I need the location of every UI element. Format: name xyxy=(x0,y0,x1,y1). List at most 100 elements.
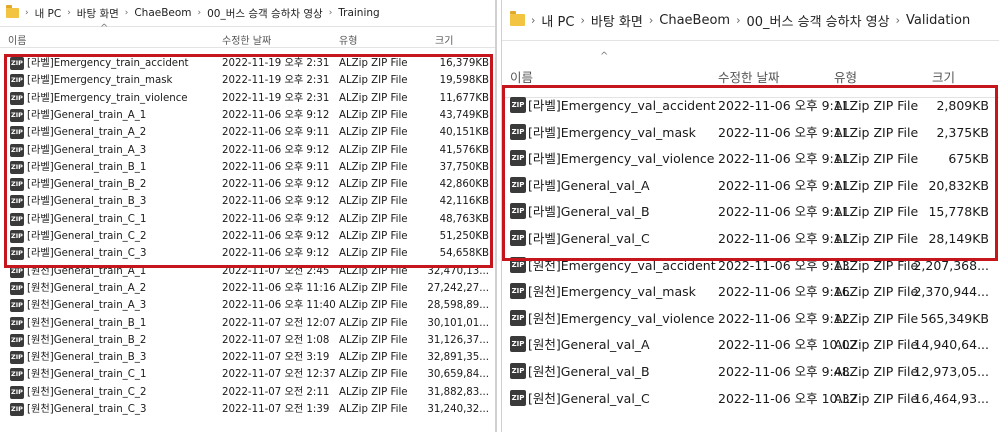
file-type: ALZip ZIP File xyxy=(339,196,408,208)
file-row[interactable]: ZIP [원천]Emergency_val_accident 2022-11-06 … xyxy=(502,254,999,281)
file-size: 14,940,64... xyxy=(913,337,989,353)
file-row[interactable]: ZIP [원천]General_val_B 2022-11-06 오후 9:48 AL… xyxy=(502,360,999,387)
file-size: 28,149KB xyxy=(928,231,989,246)
file-type: ALZip ZIP File xyxy=(834,284,919,300)
breadcrumb-item[interactable]: 00_버스 승객 승하차 영상 xyxy=(747,11,890,30)
file-row[interactable]: ZIP [라벨]General_train_A_3 2022-11-06 오후 9:… xyxy=(0,142,495,159)
sort-ascending-icon[interactable]: ^ xyxy=(100,23,108,34)
file-row[interactable]: ZIP [라벨]Emergency_train_mask 2022-11-19 오후… xyxy=(0,72,495,89)
file-row[interactable]: ZIP [라벨]General_val_B 2022-11-06 오후 9:11 AL… xyxy=(502,200,999,227)
column-header-size[interactable]: 크기 xyxy=(932,67,955,86)
file-row[interactable]: ZIP [원천]General_train_C_3 2022-11-07 오전 1:… xyxy=(0,401,495,418)
breadcrumb: 내 PC › 바탕 화면 › ChaeBeom › 00_버스 승객 승하차 영… xyxy=(35,6,380,21)
file-row[interactable]: ZIP [원천]General_train_C_2 2022-11-07 오전 2:… xyxy=(0,384,495,401)
file-date: 2022-11-07 오전 2:45 xyxy=(222,265,330,277)
file-size: 31,126,37... xyxy=(427,334,489,346)
breadcrumb-item[interactable]: Validation xyxy=(906,13,970,28)
file-date: 2022-11-06 오후 11:40 xyxy=(222,300,336,312)
file-row[interactable]: ZIP [라벨]General_train_B_2 2022-11-06 오후 9:… xyxy=(0,176,495,193)
file-name: [라벨]General_val_B xyxy=(528,204,650,220)
breadcrumb-item[interactable]: 00_버스 승객 승하차 영상 xyxy=(207,6,323,21)
file-size: 41,576KB xyxy=(439,144,489,156)
file-size: 32,891,35... xyxy=(427,352,489,364)
breadcrumb-item[interactable]: ChaeBeom xyxy=(134,7,191,19)
file-row[interactable]: ZIP [라벨]Emergency_val_accident 2022-11-06 … xyxy=(502,94,999,121)
chevron-right-icon: › xyxy=(580,13,585,27)
file-size: 40,151KB xyxy=(439,127,489,139)
file-type: ALZip ZIP File xyxy=(339,369,408,381)
breadcrumb-item[interactable]: 내 PC xyxy=(541,11,574,30)
file-row[interactable]: ZIP [라벨]General_train_B_1 2022-11-06 오후 9:… xyxy=(0,159,495,176)
column-header-type[interactable]: 유형 xyxy=(339,32,357,47)
column-header-type[interactable]: 유형 xyxy=(834,67,857,86)
file-name: [라벨]General_val_A xyxy=(528,177,650,193)
file-row[interactable]: ZIP [라벨]General_train_C_2 2022-11-06 오후 9:… xyxy=(0,228,495,245)
breadcrumb-item[interactable]: 바탕 화면 xyxy=(591,11,643,30)
file-row[interactable]: ZIP [원천]General_val_A 2022-11-06 오후 10:02 A… xyxy=(502,333,999,360)
file-size: 15,778KB xyxy=(928,204,989,220)
zip-file-icon: ZIP xyxy=(10,108,24,122)
breadcrumb-item[interactable]: ChaeBeom xyxy=(659,13,730,28)
file-type: ALZip ZIP File xyxy=(339,404,408,415)
file-date: 2022-11-06 오후 9:11 xyxy=(222,161,330,173)
file-row[interactable]: ZIP [라벨]Emergency_val_mask 2022-11-06 오후 9… xyxy=(502,121,999,148)
column-header-date[interactable]: 수정한 날짜 xyxy=(222,32,271,47)
sort-ascending-icon[interactable]: ^ xyxy=(600,51,608,62)
file-size: 27,242,27... xyxy=(427,282,489,294)
column-header-size[interactable]: 크기 xyxy=(435,32,453,47)
zip-file-icon: ZIP xyxy=(10,247,24,261)
file-row[interactable]: ZIP [라벨]Emergency_val_violence 2022-11-06 … xyxy=(502,147,999,174)
file-row[interactable]: ZIP [라벨]General_train_A_1 2022-11-06 오후 9:… xyxy=(0,107,495,124)
file-size: 16,379KB xyxy=(439,58,489,69)
file-date: 2022-11-06 오후 9:13 xyxy=(718,257,850,273)
breadcrumb-item[interactable]: 바탕 화면 xyxy=(77,6,119,21)
address-bar[interactable]: › 내 PC › 바탕 화면 › ChaeBeom › 00_버스 승객 승하차… xyxy=(502,0,999,41)
file-size: 565,349KB xyxy=(920,310,989,326)
breadcrumb-item[interactable]: Training xyxy=(338,7,379,19)
address-bar[interactable]: › 내 PC › 바탕 화면 › ChaeBeom › 00_버스 승객 승하차… xyxy=(0,0,495,27)
file-row[interactable]: ZIP [라벨]General_val_C 2022-11-06 오후 9:11 AL… xyxy=(502,227,999,254)
file-row[interactable]: ZIP [라벨]Emergency_train_violence 2022-11-1… xyxy=(0,90,495,107)
zip-file-icon: ZIP xyxy=(10,351,24,365)
file-row[interactable]: ZIP [라벨]General_train_C_3 2022-11-06 오후 9:… xyxy=(0,245,495,262)
file-name: [원천]General_train_B_2 xyxy=(27,334,147,346)
breadcrumb-item[interactable]: 내 PC xyxy=(35,6,62,21)
chevron-right-icon: › xyxy=(895,13,901,27)
file-date: 2022-11-07 오전 1:39 xyxy=(222,404,330,415)
file-size: 2,370,944... xyxy=(913,284,989,300)
file-row[interactable]: ZIP [원천]General_val_C 2022-11-06 오후 10:32 A… xyxy=(502,387,999,414)
file-row[interactable]: ZIP [라벨]General_train_B_3 2022-11-06 오후 9:… xyxy=(0,193,495,210)
zip-file-icon: ZIP xyxy=(510,176,526,193)
file-name: [원천]General_train_C_3 xyxy=(27,404,147,415)
column-header-name[interactable]: 이름 xyxy=(510,67,533,86)
file-type: ALZip ZIP File xyxy=(834,257,919,273)
zip-file-icon: ZIP xyxy=(10,316,24,330)
file-row[interactable]: ZIP [원천]General_train_B_1 2022-11-07 오전 12… xyxy=(0,315,495,332)
file-size: 30,101,01... xyxy=(427,317,489,329)
file-row[interactable]: ZIP [라벨]Emergency_train_accident 2022-11-1… xyxy=(0,55,495,72)
file-row[interactable]: ZIP [원천]General_train_C_1 2022-11-07 오전 12… xyxy=(0,366,495,383)
file-row[interactable]: ZIP [원천]Emergency_val_mask 2022-11-06 오후 9… xyxy=(502,280,999,307)
column-header: ^ 이름 수정한 날짜 유형 크기 xyxy=(0,23,495,48)
file-row[interactable]: ZIP [원천]General_train_A_3 2022-11-06 오후 11… xyxy=(0,297,495,314)
file-size: 11,677KB xyxy=(439,92,489,104)
file-row[interactable]: ZIP [원천]General_train_A_2 2022-11-06 오후 11… xyxy=(0,280,495,297)
file-name: [라벨]General_train_C_2 xyxy=(27,231,147,242)
file-type: ALZip ZIP File xyxy=(339,386,408,398)
zip-file-icon: ZIP xyxy=(10,160,24,174)
file-type: ALZip ZIP File xyxy=(834,177,919,193)
file-row[interactable]: ZIP [원천]General_train_B_2 2022-11-07 오전 1:… xyxy=(0,332,495,349)
file-row[interactable]: ZIP [라벨]General_train_A_2 2022-11-06 오후 9:… xyxy=(0,124,495,141)
file-row[interactable]: ZIP [라벨]General_val_A 2022-11-06 오후 9:11 AL… xyxy=(502,174,999,201)
file-name: [원천]General_train_C_2 xyxy=(27,386,147,398)
file-name: [라벨]General_train_C_3 xyxy=(27,248,147,260)
file-type: ALZip ZIP File xyxy=(339,179,408,191)
file-row[interactable]: ZIP [원천]Emergency_val_violence 2022-11-06 … xyxy=(502,307,999,334)
file-date: 2022-11-06 오후 9:11 xyxy=(222,127,330,139)
file-type: ALZip ZIP File xyxy=(834,231,919,246)
file-row[interactable]: ZIP [원천]General_train_B_3 2022-11-07 오전 3:… xyxy=(0,349,495,366)
column-header-date[interactable]: 수정한 날짜 xyxy=(718,67,779,86)
file-row[interactable]: ZIP [라벨]General_train_C_1 2022-11-06 오후 9:… xyxy=(0,211,495,228)
column-header-name[interactable]: 이름 xyxy=(8,32,26,47)
file-row[interactable]: ZIP [원천]General_train_A_1 2022-11-07 오전 2:… xyxy=(0,263,495,280)
